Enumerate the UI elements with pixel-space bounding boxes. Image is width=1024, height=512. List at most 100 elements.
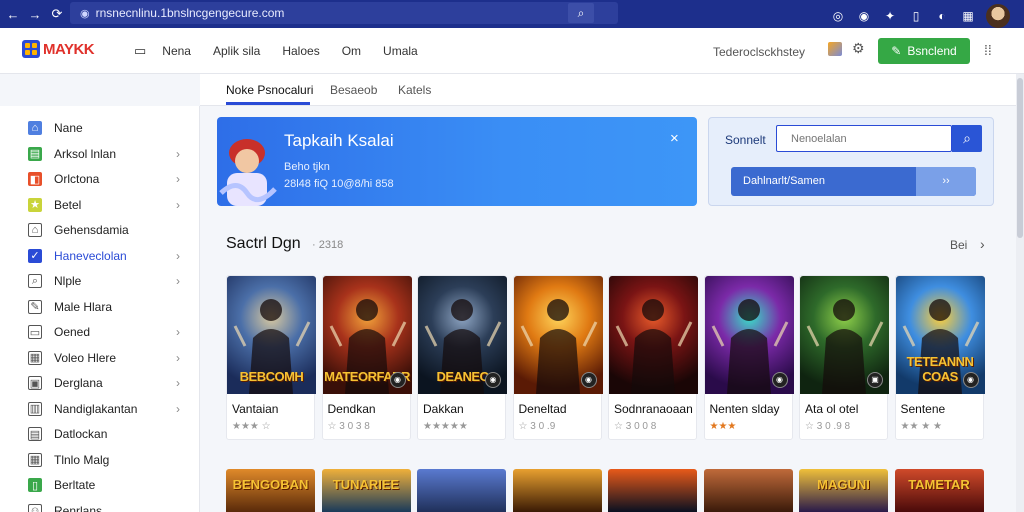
game-card[interactable]: ▣ Ata ol otel ☆ 3 0 .9 8 <box>799 275 889 440</box>
header-link[interactable]: Tederoclsckhstey <box>713 45 805 59</box>
sidebar-item[interactable]: ◧ Orlctona › <box>28 169 188 189</box>
game-rating: ☆ 3 0 .9 8 <box>805 421 851 432</box>
sidebar-item[interactable]: ▭ Oened › <box>28 322 188 342</box>
search-action-button[interactable]: Dahlnarlt/Samen ›› <box>731 167 976 196</box>
tab-overview[interactable]: Noke Psnocaluri <box>226 83 313 97</box>
game-title[interactable]: Ata ol otel <box>805 402 858 416</box>
image-icon[interactable] <box>828 42 842 56</box>
game-cover[interactable]: MAGUNI <box>799 469 888 512</box>
sidebar-item[interactable]: ⌂ Nane <box>28 118 188 138</box>
tab-details[interactable]: Katels <box>398 83 431 97</box>
sidebar-item-label: Tlnlo Malg <box>54 452 110 467</box>
sidebar-item[interactable]: ▦ Tlnlo Malg <box>28 450 188 470</box>
game-cover[interactable]: BEBCOMH <box>227 276 316 394</box>
search-input[interactable] <box>776 125 952 152</box>
sidebar-item-label: Arksol lnlan <box>54 146 117 161</box>
url-text[interactable]: rnsnecnlinu.1bnslncgengecure.com <box>96 6 285 20</box>
grid-icon[interactable]: ▦ <box>960 8 976 24</box>
bookmark-icon[interactable]: ▭ <box>134 43 146 59</box>
game-card[interactable]: DEANEC ◉ Dakkan ★★★★★ <box>417 275 507 440</box>
chevron-right-icon[interactable]: › <box>980 236 985 252</box>
see-more-link[interactable]: Bei <box>950 238 967 252</box>
game-cover[interactable]: TAMETAR <box>894 469 984 512</box>
gear-icon[interactable]: ⚙ <box>852 40 865 57</box>
apps-grid-icon[interactable]: ⁞⁞ <box>984 42 992 58</box>
game-title[interactable]: Sodnranaoaan <box>614 402 693 416</box>
sidebar-item[interactable]: ▦ Voleo Hlere › <box>28 348 188 368</box>
game-cover[interactable] <box>608 469 697 512</box>
tab-reviews[interactable]: Besaeob <box>330 83 377 97</box>
game-cover[interactable]: DEANEC ◉ <box>418 276 507 394</box>
game-cover[interactable] <box>703 469 793 512</box>
game-card[interactable]: BEBCOMH Vantaian ★★★ ☆ <box>226 275 316 440</box>
sidebar-item[interactable]: ★ Betel › <box>28 195 188 215</box>
game-cover[interactable]: BENGOBAN <box>226 469 315 512</box>
platform-badge-icon: ◉ <box>962 372 979 388</box>
reload-icon[interactable]: ⟳ <box>46 6 68 22</box>
header-nav-link[interactable]: Umala <box>383 44 418 58</box>
scrollbar[interactable] <box>1016 74 1024 512</box>
avatar[interactable] <box>986 4 1010 28</box>
game-cover[interactable]: ▣ <box>800 276 889 394</box>
game-cover[interactable]: TETEANNN COAS ◉ <box>895 276 985 394</box>
game-cover[interactable]: TUNARIEE <box>321 469 411 512</box>
game-cover[interactable]: ◉ <box>704 276 794 394</box>
sidebar-item[interactable]: ▣ Derglana › <box>28 373 188 393</box>
download-icon: ✎ <box>891 44 902 58</box>
header-nav-link[interactable]: Om <box>342 44 361 58</box>
sidebar-item[interactable]: ▤ Arksol lnlan › <box>28 144 188 164</box>
header-nav-link[interactable]: Nena <box>162 44 191 58</box>
promo-banner[interactable]: Tapkaih Ksalai Beho tjkn 28l48 fiQ 10@8/… <box>217 117 697 206</box>
search-icon[interactable]: ⌕ <box>952 125 982 152</box>
header-nav-link[interactable]: Aplik sila <box>213 44 260 58</box>
sidebar-item[interactable]: ⌂ Gehensdamia <box>28 220 188 240</box>
chrome-icon[interactable]: ◎ <box>830 8 846 24</box>
copy-icon[interactable]: ▯ <box>908 8 924 24</box>
close-icon[interactable]: × <box>670 130 679 147</box>
game-title[interactable]: Vantaian <box>232 402 278 416</box>
game-card[interactable]: ◉ Deneltad ☆ 3 0 .9 <box>512 275 603 440</box>
grid-icon: ▦ <box>28 452 42 467</box>
back-icon[interactable]: ← <box>2 7 24 22</box>
game-title[interactable]: Dakkan <box>423 402 464 416</box>
game-card[interactable]: ◉ Nenten slday ★★★ <box>703 275 794 440</box>
hero-illustration <box>219 139 277 206</box>
sidebar-item[interactable]: ▤ Datlockan <box>28 424 188 444</box>
sidebar-item[interactable]: ▯ Berltate <box>28 475 188 495</box>
game-title[interactable]: Nenten slday <box>710 402 780 416</box>
address-bar[interactable]: ◉ rnsnecnlinu.1bnslncgengecure.com ⌕ <box>70 2 618 24</box>
game-card[interactable]: Sodnranaoaan ☆ 3 0 0 8 <box>608 275 698 440</box>
game-cover-title: TAMETAR <box>908 477 970 492</box>
chevron-right-icon: › <box>176 197 180 212</box>
sidebar-item[interactable]: ☺ Renrlans <box>28 501 188 512</box>
extension-icon[interactable]: ✦ <box>882 8 898 24</box>
game-cover[interactable] <box>417 469 506 512</box>
game-title[interactable]: Deneltad <box>519 402 567 416</box>
shield-icon[interactable]: ◐ <box>934 8 950 24</box>
platform-badge-icon: ◉ <box>485 372 501 388</box>
game-cover[interactable] <box>609 276 698 394</box>
chevron-right-icon: › <box>176 172 180 186</box>
sidebar-item[interactable]: ✓ Haneveclolan › <box>28 246 188 266</box>
game-card[interactable]: MATEORFARR ◉ Dendkan ☆ 3 0 3 8 <box>321 275 412 440</box>
game-card[interactable]: TETEANNN COAS ◉ Sentene ★★ ★ ★ <box>894 275 985 440</box>
download-button[interactable]: ✎ Bsnclend <box>878 38 970 64</box>
sidebar-item[interactable]: ▥ Nandiglakantan › <box>28 399 188 419</box>
sidebar-item-label: Renrlans <box>54 503 103 512</box>
site-info-icon[interactable]: ◉ <box>80 7 90 20</box>
search-icon[interactable]: ⌕ <box>568 3 594 23</box>
sidebar-item[interactable]: ⌕ Nlple › <box>28 271 188 291</box>
game-cover[interactable]: ◉ <box>513 276 603 394</box>
sidebar-item-label: Voleo Hlere <box>54 350 117 365</box>
game-title[interactable]: Sentene <box>901 402 946 416</box>
scrollbar-thumb[interactable] <box>1017 78 1023 238</box>
game-cover[interactable] <box>512 469 602 512</box>
record-icon[interactable]: ◉ <box>856 8 872 24</box>
forward-icon[interactable]: → <box>24 7 46 22</box>
logo[interactable]: MAYKK <box>22 40 95 58</box>
game-title[interactable]: Dendkan <box>328 402 376 416</box>
game-cover[interactable]: MATEORFARR ◉ <box>322 276 412 394</box>
header-nav-link[interactable]: Haloes <box>282 44 319 58</box>
chevron-right-icon: › <box>176 350 180 365</box>
sidebar-item[interactable]: ✎ Male Hlara <box>28 297 188 317</box>
